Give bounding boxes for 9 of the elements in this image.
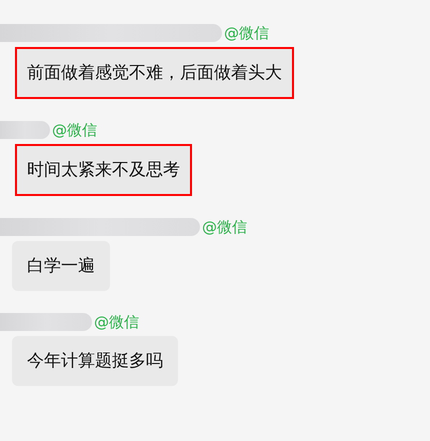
sender-label: @微信 — [94, 314, 139, 330]
message-bubble: 时间太紧来不及思考 — [15, 144, 192, 196]
sender-label: @微信 — [202, 220, 247, 234]
message-bubble: 今年计算题挺多吗 — [12, 336, 178, 386]
redacted-name — [0, 121, 50, 139]
message-bubble: 前面做着感觉不难，后面做着头大 — [15, 47, 294, 99]
message-bubble: 白学一遍 — [12, 241, 110, 291]
sender-label: @微信 — [52, 122, 97, 138]
sender-label: @微信 — [224, 26, 269, 40]
